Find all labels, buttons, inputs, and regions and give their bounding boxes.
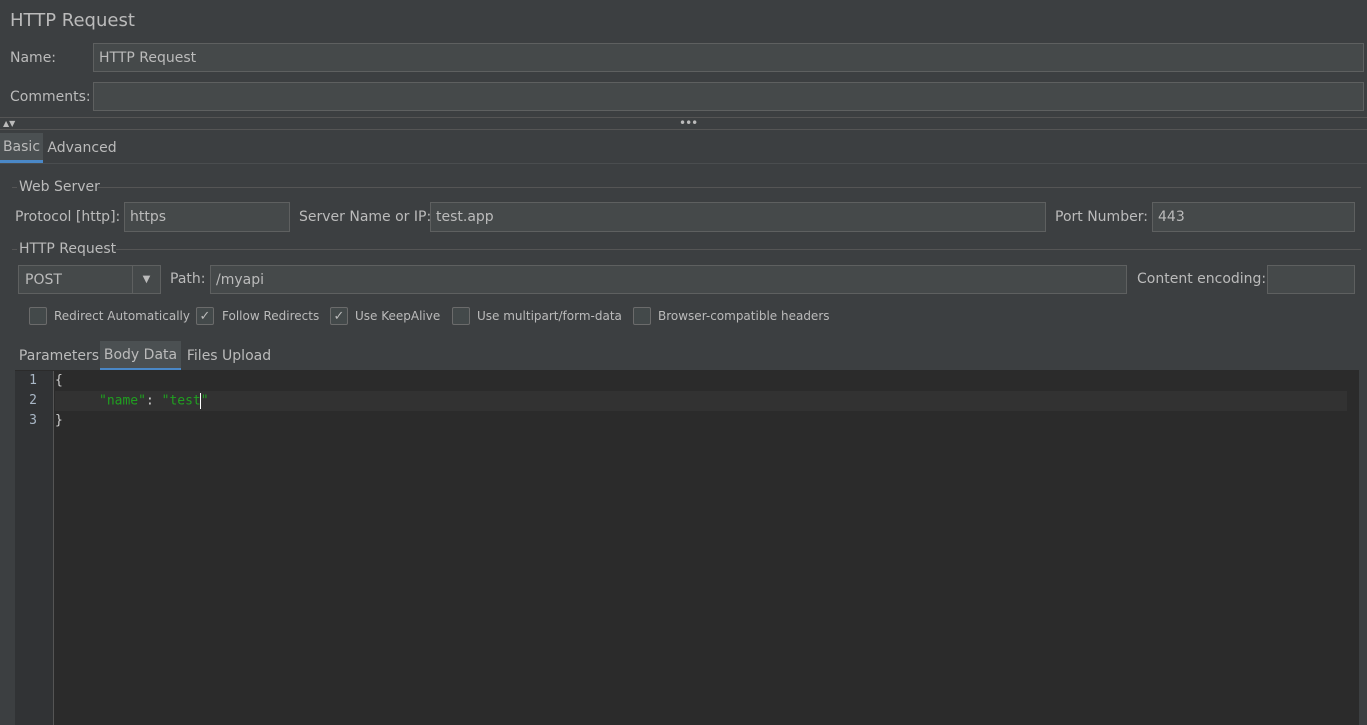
redirect-automatically-checkbox[interactable]	[29, 307, 47, 325]
server-field[interactable]: test.app	[430, 202, 1046, 232]
name-label: Name:	[10, 50, 57, 66]
current-line-highlight	[55, 391, 1347, 411]
tab-parameters[interactable]: Parameters	[18, 341, 100, 371]
comments-field[interactable]	[93, 82, 1364, 111]
protocol-field[interactable]: https	[124, 202, 290, 232]
port-label: Port Number:	[1055, 209, 1148, 225]
group-border	[12, 187, 17, 188]
use-keepalive-checkbox[interactable]: ✓	[330, 307, 348, 325]
json-value-end: "	[200, 393, 209, 409]
follow-redirects-checkbox[interactable]: ✓	[196, 307, 214, 325]
line-number: 1	[29, 373, 37, 388]
group-border	[98, 187, 1361, 188]
server-label: Server Name or IP:	[299, 209, 432, 225]
tab-divider	[0, 163, 1367, 164]
group-border	[12, 249, 17, 250]
tab-advanced[interactable]: Advanced	[45, 133, 119, 163]
content-encoding-field[interactable]	[1267, 265, 1355, 294]
port-field[interactable]: 443	[1152, 202, 1355, 232]
browser-compatible-headers-label: Browser-compatible headers	[658, 309, 830, 323]
use-keepalive-label: Use KeepAlive	[355, 309, 441, 323]
body-data-editor[interactable]: 1 2 3 { "name": "test" }	[15, 370, 1359, 725]
line-number: 3	[29, 413, 37, 428]
line-number-gutter: 1 2 3	[15, 371, 54, 725]
json-value: "test	[161, 393, 201, 409]
protocol-label: Protocol [http]:	[15, 209, 121, 225]
splitter-handle-icon[interactable]: •••	[679, 116, 698, 130]
browser-compatible-headers-checkbox[interactable]	[633, 307, 651, 325]
line-number: 2	[29, 393, 37, 408]
code-line-2: "name": "test"	[99, 393, 209, 409]
redirect-automatically-label: Redirect Automatically	[54, 309, 190, 323]
path-label: Path:	[170, 271, 206, 287]
web-server-group-title: Web Server	[19, 179, 100, 195]
splitter-line-bottom	[0, 129, 1367, 130]
tab-basic[interactable]: Basic	[0, 133, 43, 163]
tab-body-data[interactable]: Body Data	[100, 341, 181, 371]
panel-title: HTTP Request	[10, 10, 135, 31]
json-separator: :	[145, 393, 162, 409]
content-encoding-label: Content encoding:	[1137, 271, 1267, 287]
chevron-down-icon[interactable]: ▼	[132, 266, 160, 293]
use-multipart-label: Use multipart/form-data	[477, 309, 622, 323]
path-field[interactable]: /myapi	[210, 265, 1127, 294]
json-key: "name"	[99, 393, 146, 409]
http-request-group-title: HTTP Request	[19, 241, 117, 257]
code-line-3: }	[55, 413, 63, 428]
checkmark-icon: ✓	[199, 308, 211, 324]
group-border	[116, 249, 1361, 250]
code-line-1: {	[55, 373, 63, 388]
method-value: POST	[25, 271, 62, 288]
comments-label: Comments:	[10, 89, 91, 105]
collapse-arrows-icon[interactable]: ▲▼	[3, 119, 15, 128]
checkmark-icon: ✓	[333, 308, 345, 324]
method-select[interactable]: POST ▼	[18, 265, 161, 294]
tab-files-upload[interactable]: Files Upload	[182, 341, 276, 371]
follow-redirects-label: Follow Redirects	[222, 309, 320, 323]
name-field[interactable]: HTTP Request	[93, 43, 1364, 72]
use-multipart-checkbox[interactable]	[452, 307, 470, 325]
